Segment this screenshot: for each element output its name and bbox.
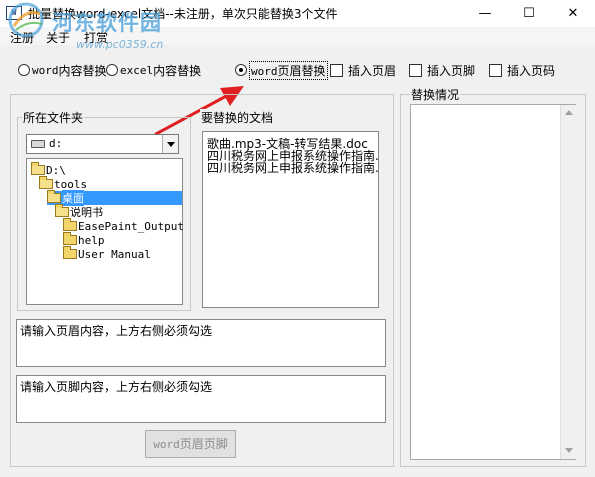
tree-item-easepaint-output[interactable]: EasePaint_Output (63, 218, 184, 233)
scroll-down-icon[interactable] (561, 443, 576, 459)
folder-tree[interactable]: D:\ tools 桌面 说明书 EasePaint_Output help U… (26, 158, 184, 305)
watermark-logo-icon (8, 2, 44, 38)
checkbox-insert-page-number[interactable]: 插入页码 (489, 62, 555, 78)
radio-circle-icon[interactable] (18, 64, 30, 76)
checkbox-insert-page-label: 插入页码 (507, 63, 556, 78)
tree-item-label: 说明书 (70, 206, 103, 219)
radio-word-label: 内容替换 (58, 63, 107, 78)
docs-group-title: 要替换的文档 (200, 109, 275, 126)
drive-select[interactable]: d: (26, 134, 179, 154)
checkbox-box-icon[interactable] (489, 63, 502, 77)
radio-excel-content-replace[interactable]: excel 内容替换 (106, 62, 201, 78)
watermark-url: www.pc0359.cn (76, 38, 164, 51)
docs-list[interactable]: 歌曲.mp3-文稿-转写结果.doc 四川税务网上申报系统操作指南. 四川税务网… (202, 131, 379, 308)
apply-button-prefix: word (153, 438, 180, 451)
tree-item-label: help (78, 233, 105, 247)
watermark-site-name: 河东软件园 (52, 11, 162, 35)
chevron-down-icon[interactable] (162, 135, 178, 153)
folder-open-icon (47, 190, 61, 203)
radio-header-label-wrap: word页眉替换 (249, 60, 328, 80)
minimize-button[interactable]: — (463, 0, 507, 27)
tree-item-user-manual[interactable]: User Manual (63, 246, 151, 261)
list-item[interactable]: 四川税务网上申报系统操作指南. (207, 162, 378, 174)
checkbox-box-icon[interactable] (409, 63, 422, 77)
close-button[interactable]: ✕ (551, 0, 595, 27)
tree-item-label: EasePaint_Output (78, 219, 184, 233)
radio-header-label: 页眉替换 (277, 63, 326, 78)
folder-open-icon (39, 176, 53, 189)
result-group-title: 替换情况 (410, 86, 461, 103)
radio-selected-icon[interactable] (235, 64, 247, 76)
tree-item-desktop[interactable]: 桌面 (47, 190, 182, 206)
checkbox-insert-footer[interactable]: 插入页脚 (409, 62, 475, 78)
folder-open-icon (55, 204, 69, 217)
drive-icon (31, 140, 45, 148)
tree-item-label: tools (54, 177, 88, 191)
scroll-up-icon[interactable] (561, 105, 576, 121)
tree-item-tools[interactable]: tools (39, 176, 88, 191)
maximize-button[interactable]: ☐ (507, 0, 551, 27)
tree-item-label: User Manual (78, 247, 151, 261)
checkbox-box-icon[interactable] (330, 63, 343, 77)
radio-word-content-replace[interactable]: word 内容替换 (18, 62, 107, 78)
checkbox-insert-footer-label: 插入页脚 (427, 63, 476, 78)
apply-button-label: 页眉页脚 (179, 437, 228, 451)
folder-icon (63, 232, 77, 245)
folder-open-icon (31, 162, 45, 175)
checkbox-insert-header[interactable]: 插入页眉 (330, 62, 396, 78)
radio-excel-label: 内容替换 (153, 63, 202, 78)
result-scrollbar[interactable] (560, 105, 576, 459)
radio-word-header-replace[interactable]: word页眉替换 (235, 60, 328, 80)
folder-group-title: 所在文件夹 (22, 109, 85, 126)
header-content-input[interactable]: 请输入页眉内容，上方右侧必须勾选 (16, 319, 386, 367)
drive-select-value: d: (49, 137, 63, 150)
header-footer-apply-button[interactable]: word页眉页脚 (145, 430, 236, 458)
footer-content-input[interactable]: 请输入页脚内容，上方右侧必须勾选 (16, 375, 386, 423)
radio-excel-prefix: excel (120, 63, 154, 77)
tree-item-manual[interactable]: 说明书 (55, 204, 103, 219)
folder-icon (63, 218, 77, 231)
radio-word-prefix: word (32, 63, 59, 77)
checkbox-insert-header-label: 插入页眉 (348, 63, 397, 78)
folder-icon (63, 246, 77, 259)
result-list[interactable] (410, 104, 576, 460)
tree-item-label: D:\ (46, 163, 66, 177)
tree-item-help[interactable]: help (63, 232, 105, 247)
tree-item-d-root[interactable]: D:\ (31, 162, 66, 177)
radio-circle-icon[interactable] (106, 64, 118, 76)
radio-header-prefix: word (251, 64, 278, 78)
